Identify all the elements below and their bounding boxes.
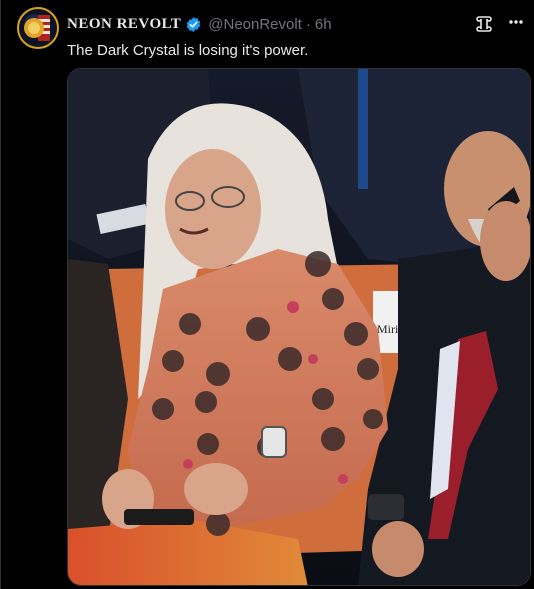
avatar[interactable] — [17, 7, 59, 49]
display-name[interactable]: NEON REVOLT — [67, 16, 181, 33]
post-text: The Dark Crystal is losing it's power. — [67, 42, 309, 59]
post-timestamp[interactable]: 6h — [315, 16, 332, 33]
post-header: NEON REVOLT @NeonRevolt · 6h — [67, 14, 332, 34]
verified-badge-icon — [185, 16, 202, 33]
grok-icon[interactable] — [475, 15, 493, 33]
post-card[interactable]: NEON REVOLT @NeonRevolt · 6h The Dark Cr… — [0, 0, 534, 589]
post-media-photo[interactable]: Miriam — [67, 68, 531, 586]
more-horizontal-icon[interactable] — [506, 12, 526, 32]
separator-dot: · — [305, 15, 311, 33]
user-handle[interactable]: @NeonRevolt — [208, 16, 302, 33]
